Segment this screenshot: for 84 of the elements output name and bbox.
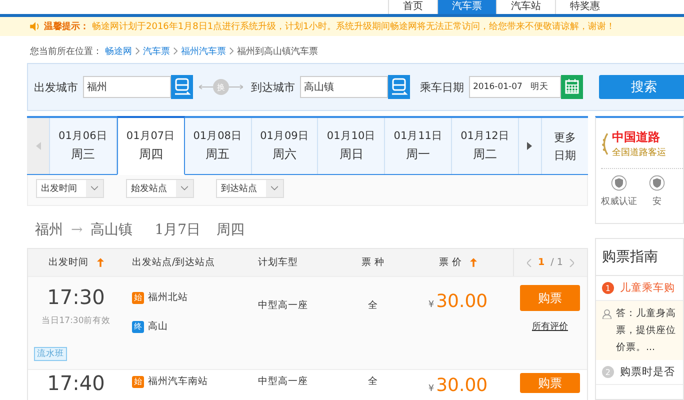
previous-page-icon[interactable] — [527, 258, 532, 266]
column-header: 票 种 — [360, 256, 386, 270]
caret-icon — [271, 186, 278, 191]
guide-title: 购票指南 — [596, 239, 683, 276]
origin-badge: 始 — [132, 376, 144, 388]
arrow-icon — [229, 84, 243, 90]
guide-answer-line: 答：儿童身高 — [616, 307, 676, 320]
to-city-field[interactable]: 高山镇 — [300, 76, 388, 98]
price: ¥30.00 — [428, 375, 488, 396]
more-dates-button[interactable]: 更多 日期 — [542, 118, 588, 174]
date-tab[interactable]: 01月12日 周二 — [452, 118, 519, 174]
breadcrumb-link[interactable]: 汽车票 — [143, 44, 170, 58]
departure-time: 17:30 — [47, 285, 105, 309]
chevron-icon — [135, 47, 140, 55]
field-label: 乘车日期 — [420, 80, 464, 94]
breadcrumb-current: 福州到高山镇汽车票 — [237, 46, 318, 58]
validity-note: 当日17:30前有效 — [41, 315, 111, 327]
certification-subtitle: 全国道路客运 — [612, 146, 666, 159]
person-icon — [602, 309, 612, 319]
station-name[interactable]: 福州汽车南站 — [148, 375, 208, 388]
nav-tab[interactable]: 汽车站 — [496, 0, 555, 14]
guide-answer-line: 价票。... — [616, 341, 656, 354]
speaker-icon — [30, 22, 41, 31]
departure-time: 17:40 — [47, 373, 105, 393]
route-origin: 福州 — [35, 221, 63, 239]
from-city-field[interactable]: 福州 — [83, 76, 171, 98]
station-name[interactable]: 福州北站 — [148, 291, 188, 304]
ticket-type: 全 — [368, 299, 378, 312]
chevron-icon — [173, 47, 178, 55]
station-name[interactable]: 高山 — [148, 320, 168, 333]
origin-badge: 始 — [132, 292, 144, 304]
column-header[interactable]: 出发时间 — [28, 249, 124, 276]
route-destination: 高山镇 — [90, 221, 133, 239]
ticket-type: 全 — [368, 375, 378, 388]
nav-tab[interactable]: 汽车票 — [437, 0, 496, 14]
destination-badge: 终 — [132, 320, 144, 332]
field-label: 到达城市 — [251, 80, 295, 94]
chevron-icon — [229, 47, 234, 55]
reviews-link[interactable]: 所有评价 — [532, 320, 568, 333]
nav-tab[interactable]: 特奖惠 — [555, 0, 614, 14]
filter-dropdown[interactable]: 始发站点 — [126, 179, 194, 198]
filter-dropdown[interactable]: 出发时间 — [36, 179, 104, 198]
date-field[interactable]: 2016-01-07 明天 — [469, 76, 561, 98]
price: ¥30.00 — [428, 291, 488, 312]
caret-icon — [181, 186, 188, 191]
page-total: / 1 — [550, 257, 563, 268]
date-tab[interactable]: 01月10日 周日 — [318, 118, 386, 174]
field-label: 出发城市 — [34, 80, 78, 94]
guide-answer-line: 票，提供座位 — [616, 324, 676, 337]
bus-type: 中型高一座 — [258, 375, 308, 388]
route-weekday: 周四 — [216, 221, 245, 239]
left-arrow-icon — [36, 142, 40, 150]
breadcrumb-prefix: 您当前所在位置： — [30, 46, 102, 58]
sort-arrow-icon — [96, 258, 104, 267]
filter-dropdown[interactable]: 到达站点 — [216, 179, 284, 198]
previous-button[interactable] — [27, 118, 50, 174]
date-tab[interactable]: 01月09日 周六 — [252, 118, 318, 174]
page-number: 1 — [538, 257, 545, 268]
certification-item: 权威认证 — [600, 196, 637, 208]
column-header: 计划车型 — [257, 256, 299, 270]
shield-icon — [648, 175, 665, 191]
route-date: 1月7日 — [154, 221, 201, 239]
column-header[interactable]: 票 价 — [403, 249, 513, 276]
shield-icon — [610, 175, 627, 191]
certification-title: 中国道路 — [612, 129, 661, 146]
caret-icon — [91, 186, 98, 191]
bus-type: 中型高一座 — [258, 299, 308, 312]
route-arrow: → — [71, 222, 83, 238]
arrow-icon — [199, 84, 213, 90]
next-page-icon[interactable] — [568, 258, 574, 266]
date-tab[interactable]: 01月11日 周一 — [385, 118, 452, 174]
date-tab[interactable]: 01月08日 周五 — [184, 118, 252, 174]
certification-item: 安 — [652, 196, 662, 208]
date-tab[interactable]: 01月07日 周四 — [116, 116, 185, 175]
notice-label: 温馨提示： — [44, 20, 89, 33]
breadcrumb-link[interactable]: 福州汽车票 — [181, 44, 226, 58]
sort-arrow-icon — [470, 258, 478, 267]
search-button[interactable]: 搜索 — [599, 75, 684, 99]
calendar-icon[interactable] — [561, 75, 583, 99]
breadcrumb-link[interactable]: 畅途网 — [105, 44, 132, 58]
right-arrow-icon — [527, 142, 532, 150]
column-header: 出发站点/到达站点 — [131, 256, 216, 270]
schedule-tag: 流水班 — [34, 347, 67, 361]
notice-text: 畅途网计划于2016年1月8日1点进行系统升级，计划1小时。系统升级期间畅途网将无法正常访问，给您带来不便敬请谅解，谢谢！ — [92, 20, 615, 33]
